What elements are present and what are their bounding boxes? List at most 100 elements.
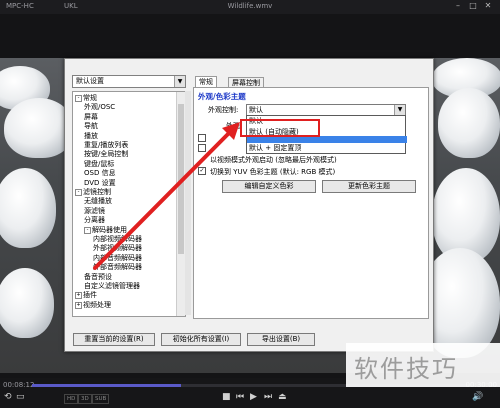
prev-icon[interactable]: ⏮	[236, 392, 244, 402]
tree-item[interactable]: 内部音频解码器	[93, 254, 142, 262]
tree-scroll-thumb[interactable]	[178, 104, 184, 254]
bird-image	[0, 168, 56, 248]
tree-item-label: 外部视频解码器	[93, 244, 142, 253]
tree-item[interactable]: OSD 信息	[84, 169, 116, 177]
open-icon[interactable]: ⏏	[278, 392, 287, 402]
option-label-video-mode: 以视频模式外观启动 (忽略最后外观模式)	[210, 156, 337, 164]
tree-item[interactable]: - 滤镜控制	[75, 188, 111, 196]
screen-icon[interactable]: ▭	[16, 392, 25, 402]
tree-item-label: 重复/播放列表	[84, 141, 129, 149]
info-chip[interactable]: 3D	[78, 394, 92, 404]
info-chip[interactable]: SUB	[92, 394, 110, 404]
tree-item-label: 屏幕	[84, 112, 98, 121]
tree-item[interactable]: 导航	[84, 122, 98, 130]
highlight-box	[240, 119, 320, 137]
chevron-down-icon[interactable]: ▼	[394, 105, 405, 115]
bird-image	[438, 88, 500, 158]
tree-item-label: 按键/全局控制	[84, 150, 129, 159]
tree-item[interactable]: 自定义滤镜管理器	[84, 282, 140, 290]
tree-item-label: 内部音频解码器	[93, 253, 142, 262]
tree-item[interactable]: 播放	[84, 132, 98, 140]
watermark-text: 软件技巧	[354, 355, 458, 383]
tree-item[interactable]: - 解码器使用	[84, 226, 127, 234]
option-label-yuv: 切换到 YUV 色彩主题 (默认: RGB 模式)	[210, 168, 336, 176]
theme-option[interactable]: 默认 + 固定置顶	[249, 144, 403, 152]
tree-item-label: 导航	[84, 122, 98, 131]
tree-item[interactable]: 内部视频解码器	[93, 235, 142, 243]
yuv-checkbox[interactable]: ✓	[198, 167, 206, 175]
tree-item[interactable]: - 常规	[75, 94, 97, 102]
time-current: 00:08:12	[3, 381, 35, 389]
next-icon[interactable]: ⏭	[264, 392, 272, 402]
checkbox[interactable]	[198, 134, 206, 142]
profile-select[interactable]: 默认设置 ▼	[72, 75, 186, 88]
tree-item[interactable]: 无缝播放	[84, 197, 112, 205]
tree-item-label: 播放	[84, 131, 98, 140]
tree-item[interactable]: 外部视频解码器	[93, 244, 142, 252]
tree-item[interactable]: 重复/播放列表	[84, 141, 128, 149]
expand-toggle-icon[interactable]: -	[75, 95, 82, 102]
tree-item-label: 常规	[83, 94, 97, 102]
export-settings-button[interactable]: 导出设置(B)	[247, 333, 315, 346]
profile-value: 默认设置	[76, 77, 104, 85]
tree-item[interactable]: 备音预设	[84, 273, 112, 281]
tree-item[interactable]: 屏幕	[84, 113, 98, 121]
close-icon[interactable]: ✕	[482, 1, 494, 12]
partial-label: 外观	[226, 122, 240, 130]
tree-item[interactable]: 外观/OSC	[84, 103, 115, 111]
tree-item[interactable]: 外部音频解码器	[93, 263, 142, 271]
tree-item[interactable]: 源滤镜	[84, 207, 105, 215]
theme-option-selected[interactable]	[247, 136, 407, 143]
maximize-icon[interactable]: □	[467, 1, 479, 12]
file-title: Wildlife.wmv	[227, 2, 273, 10]
checkbox[interactable]	[198, 144, 206, 152]
tree-item-label: OSD 信息	[84, 169, 116, 178]
tree-item-label: 外观/OSC	[84, 103, 116, 112]
info-chip[interactable]: HD	[64, 394, 79, 404]
tree-item-label: DVD 设置	[84, 178, 116, 187]
play-icon[interactable]: ▶	[250, 392, 257, 402]
tree-item[interactable]: + 视频处理	[75, 301, 111, 309]
tree-item[interactable]: 键盘/鼠标	[84, 160, 114, 168]
theme-label: 外观控制:	[208, 106, 239, 114]
tree-scrollbar[interactable]	[176, 92, 185, 316]
title-bar: MPC-HC UKL Wildlife.wmv – □ ✕	[0, 0, 500, 14]
tree-item-label: 插件	[83, 291, 97, 300]
theme-value: 默认	[249, 106, 263, 114]
expand-toggle-icon[interactable]: -	[84, 226, 91, 234]
expand-toggle-icon[interactable]: -	[75, 189, 82, 196]
tree-item-label: 源滤镜	[84, 206, 105, 215]
tree-item-label: 键盘/鼠标	[84, 159, 115, 168]
group-title: 外观/色彩主题	[198, 92, 246, 101]
tree-item[interactable]: 按键/全局控制	[84, 150, 128, 158]
tree-item[interactable]: + 插件	[75, 291, 97, 300]
chevron-down-icon[interactable]: ▼	[174, 76, 185, 87]
panel-divider	[185, 91, 191, 315]
init-settings-button[interactable]: 初始化所有设置(I)	[161, 333, 241, 346]
volume-icon[interactable]: 🔊	[472, 392, 483, 402]
watermark: 软件技巧	[346, 343, 500, 387]
options-dialog: 默认设置 ▼ - 常规 外观/OSC 屏幕 导航 播放 重复/播放列表 按键/全局控制 键盘/鼠…	[64, 58, 434, 352]
media-player-window: MPC-HC UKL Wildlife.wmv – □ ✕ 00:08:12 0…	[0, 0, 500, 408]
tree-item-label: 无缝播放	[84, 197, 112, 206]
expand-toggle-icon[interactable]: +	[75, 292, 82, 300]
edit-color-button[interactable]: 编辑自定义色彩	[222, 180, 316, 193]
tree-item-label: 备音预设	[84, 272, 112, 281]
seek-progress	[32, 384, 181, 387]
tree-item-label: 自定义滤镜管理器	[84, 282, 140, 290]
expand-toggle-icon[interactable]: +	[75, 301, 82, 309]
tree-item-label: 外部音频解码器	[93, 263, 142, 272]
minimize-icon[interactable]: –	[452, 1, 464, 12]
tree-item-label: 内部视频解码器	[93, 235, 142, 243]
loop-icon[interactable]: ⟲	[4, 392, 12, 402]
tree-item[interactable]: DVD 设置	[84, 179, 116, 187]
update-theme-button[interactable]: 更新色彩主题	[322, 180, 416, 193]
tree-item-label: 视频处理	[83, 300, 111, 309]
reset-settings-button[interactable]: 重置当前的设置(R)	[73, 333, 155, 346]
tree-item-label: 解码器使用	[92, 225, 127, 234]
settings-tree[interactable]: - 常规 外观/OSC 屏幕 导航 播放 重复/播放列表 按键/全局控制 键盘/鼠标 OSD 信息…	[72, 91, 186, 317]
bird-image	[0, 268, 54, 338]
stop-icon[interactable]: ■	[222, 392, 231, 402]
tree-item-label: 滤镜控制	[83, 188, 111, 196]
tree-item[interactable]: 分离器	[84, 216, 105, 224]
